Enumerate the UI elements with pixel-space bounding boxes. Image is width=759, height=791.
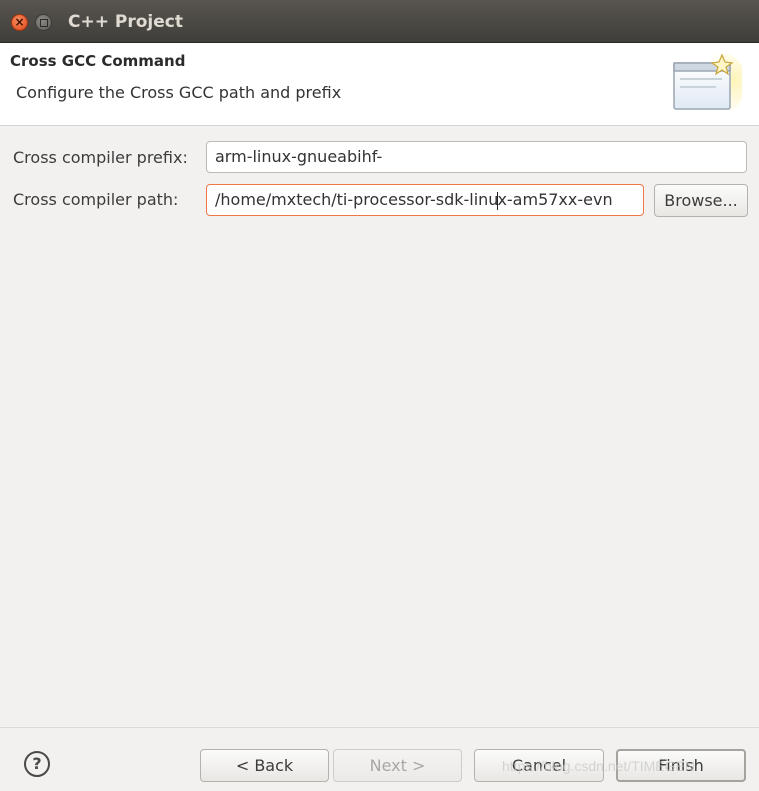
wizard-header: Cross GCC Command Configure the Cross GC…: [0, 43, 759, 126]
cpp-project-dialog: × C++ Project Cross GCC Command Configur…: [0, 0, 759, 791]
watermark-text: https://blog.csdn.net/TIMEGEN: [502, 758, 695, 774]
page-description: Configure the Cross GCC path and prefix: [16, 83, 342, 102]
wizard-banner-icon: [673, 53, 742, 113]
cross-compiler-path-input[interactable]: /home/mxtech/ti-processor-sdk-linux-am57…: [206, 184, 644, 216]
browse-button[interactable]: Browse...: [654, 184, 748, 217]
cross-compiler-path-label: Cross compiler path:: [13, 190, 179, 209]
close-window-button[interactable]: ×: [11, 14, 28, 31]
path-input-value-start: /home/mxtech/ti-processor-sdk-linu: [215, 190, 499, 209]
back-button[interactable]: < Back: [200, 749, 329, 782]
cross-compiler-prefix-label: Cross compiler prefix:: [13, 148, 188, 167]
minimize-window-button[interactable]: [35, 14, 52, 31]
cross-compiler-prefix-input[interactable]: arm-linux-gnueabihf-: [206, 141, 747, 173]
window-title: C++ Project: [68, 12, 183, 32]
prefix-input-value: arm-linux-gnueabihf-: [215, 147, 383, 166]
path-input-value-end: x-am57xx-evn: [497, 190, 613, 209]
title-bar: × C++ Project: [0, 0, 759, 43]
footer-divider: [0, 727, 759, 728]
next-button[interactable]: Next >: [333, 749, 462, 782]
help-icon[interactable]: ?: [24, 751, 50, 777]
page-title: Cross GCC Command: [10, 52, 186, 70]
